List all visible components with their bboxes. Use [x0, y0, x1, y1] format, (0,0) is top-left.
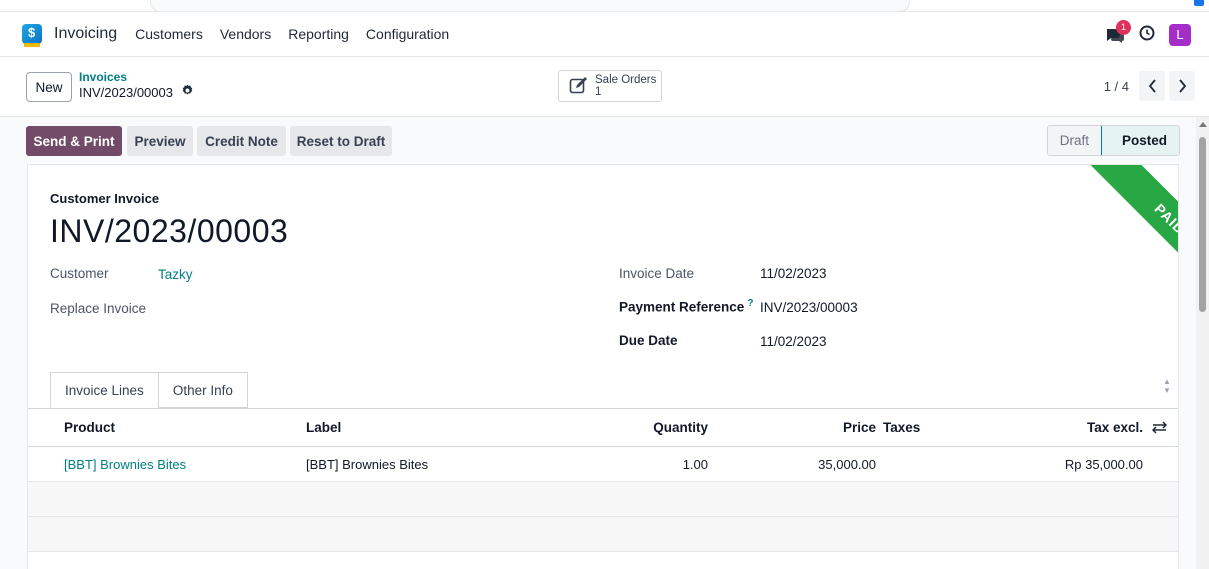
new-button[interactable]: New: [26, 72, 72, 102]
row-label[interactable]: [BBT] Brownies Bites: [306, 447, 428, 481]
breadcrumb-invoices-link[interactable]: Invoices: [79, 70, 194, 84]
pager-previous-button[interactable]: [1139, 71, 1165, 101]
pager: 1 / 4: [1104, 71, 1195, 101]
gear-icon[interactable]: [181, 84, 194, 102]
help-icon[interactable]: ?: [747, 298, 753, 309]
payment-reference-value[interactable]: INV/2023/00003: [760, 300, 858, 315]
sort-handle-icon[interactable]: ▲ ▼: [1162, 377, 1172, 401]
clock-icon[interactable]: [1139, 25, 1155, 44]
control-panel: New Invoices INV/2023/00003 Sale Orders …: [0, 57, 1209, 117]
sale-orders-label: Sale Orders: [595, 74, 657, 86]
due-date-value[interactable]: 11/02/2023: [760, 334, 827, 349]
paid-ribbon: PAID: [1080, 165, 1178, 361]
menu-item-vendors[interactable]: Vendors: [220, 26, 271, 42]
empty-row: [28, 482, 1178, 517]
edit-icon: [569, 76, 589, 97]
optional-columns-icon[interactable]: [1152, 409, 1167, 446]
status-step-posted[interactable]: Posted: [1100, 126, 1179, 155]
scroll-thumb[interactable]: [1199, 137, 1206, 312]
app-name[interactable]: Invoicing: [54, 25, 117, 43]
status-step-draft[interactable]: Draft: [1047, 126, 1101, 155]
credit-note-button[interactable]: Credit Note: [197, 126, 286, 156]
chat-badge: 1: [1116, 19, 1131, 35]
form-sheet: PAID Customer Invoice INV/2023/00003 Cus…: [27, 164, 1179, 569]
column-price[interactable]: Price: [776, 409, 876, 446]
row-product[interactable]: [BBT] Brownies Bites: [64, 447, 186, 481]
avatar[interactable]: L: [1169, 23, 1191, 46]
customer-label: Customer: [50, 266, 109, 281]
tab-other-info[interactable]: Other Info: [158, 372, 248, 408]
column-label[interactable]: Label: [306, 409, 341, 446]
browser-address-bar[interactable]: [150, 0, 910, 12]
customer-link[interactable]: Tazky: [158, 267, 193, 282]
menu-item-customers[interactable]: Customers: [135, 26, 203, 42]
browser-extension-icon[interactable]: [1194, 0, 1204, 6]
payment-reference-label-text: Payment Reference: [619, 299, 745, 315]
notebook-tabs: Invoice Lines Other Info: [50, 372, 248, 408]
breadcrumb-current: INV/2023/00003: [79, 84, 194, 102]
preview-button[interactable]: Preview: [127, 126, 193, 156]
tab-invoice-lines[interactable]: Invoice Lines: [50, 372, 159, 408]
chevron-right-icon: [1178, 79, 1186, 93]
breadcrumb-current-label: INV/2023/00003: [79, 85, 173, 100]
navbar-systray: 1 L: [1105, 12, 1191, 57]
replace-invoice-label: Replace Invoice: [50, 301, 147, 316]
invoice-lines-header: Product Label Quantity Price Taxes Tax e…: [28, 409, 1178, 447]
sale-orders-count: 1: [595, 86, 602, 98]
empty-row: [28, 517, 1178, 552]
paid-ribbon-label: PAID: [1080, 165, 1178, 310]
page-scrollbar[interactable]: [1196, 117, 1209, 569]
breadcrumb: Invoices INV/2023/00003: [79, 70, 194, 102]
menu-item-configuration[interactable]: Configuration: [366, 26, 449, 42]
column-tax-excl[interactable]: Tax excl.: [1038, 409, 1143, 446]
row-tax-excl: Rp 35,000.00: [1064, 456, 1143, 472]
table-row[interactable]: [BBT] Brownies Bites [BBT] Brownies Bite…: [28, 447, 1178, 482]
pager-value[interactable]: 1 / 4: [1104, 79, 1129, 94]
column-product[interactable]: Product: [64, 409, 115, 446]
invoice-date-value[interactable]: 11/02/2023: [760, 266, 827, 281]
menu-item-reporting[interactable]: Reporting: [288, 26, 349, 42]
row-price[interactable]: 35,000.00: [776, 447, 876, 481]
main-menu: Customers Vendors Reporting Configuratio…: [135, 26, 449, 42]
column-taxes[interactable]: Taxes: [883, 409, 920, 446]
invoice-date-label: Invoice Date: [619, 266, 695, 281]
invoicing-app-icon[interactable]: [22, 24, 42, 47]
due-date-label: Due Date: [619, 333, 678, 348]
scroll-up-arrow-icon[interactable]: [1199, 122, 1207, 127]
top-navbar: Invoicing Customers Vendors Reporting Co…: [0, 12, 1209, 57]
send-print-button[interactable]: Send & Print: [26, 126, 122, 156]
payment-reference-label: Payment Reference?: [619, 298, 753, 315]
chevron-left-icon: [1148, 79, 1156, 93]
row-quantity[interactable]: 1.00: [608, 447, 708, 481]
invoice-type-label: Customer Invoice: [50, 191, 160, 206]
chat-icon[interactable]: 1: [1105, 19, 1131, 44]
reset-to-draft-button[interactable]: Reset to Draft: [290, 126, 392, 156]
browser-top-strip: [0, 0, 1209, 12]
invoice-name: INV/2023/00003: [50, 213, 289, 249]
sale-orders-smart-button[interactable]: Sale Orders 1: [558, 70, 662, 102]
column-quantity[interactable]: Quantity: [608, 409, 708, 446]
status-widget: Draft Posted: [1046, 125, 1180, 156]
pager-next-button[interactable]: [1169, 71, 1195, 101]
form-statusbar: Send & Print Preview Credit Note Reset t…: [0, 117, 1196, 164]
